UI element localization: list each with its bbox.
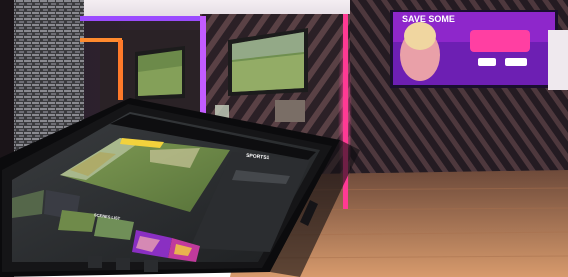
- neon-strip-orange: [80, 38, 122, 42]
- nav-icon-2[interactable]: [116, 258, 130, 270]
- background-chair: [275, 100, 305, 122]
- venue-photo: SPORTS1 SCENES LIST SAVE SOME: [0, 0, 568, 277]
- neon-strip-purple: [80, 16, 200, 21]
- right-edge-wall: [548, 30, 568, 90]
- photo-scene: [0, 0, 568, 277]
- neon-strip-orange-vertical: [118, 40, 123, 100]
- promo-badge: [470, 30, 530, 52]
- promo-button: [478, 58, 496, 66]
- wall-screen-headline: SAVE SOME: [402, 14, 455, 24]
- neon-strip-violet: [200, 16, 206, 116]
- nav-icon-1[interactable]: [88, 256, 102, 268]
- nav-icon-3[interactable]: [144, 260, 158, 272]
